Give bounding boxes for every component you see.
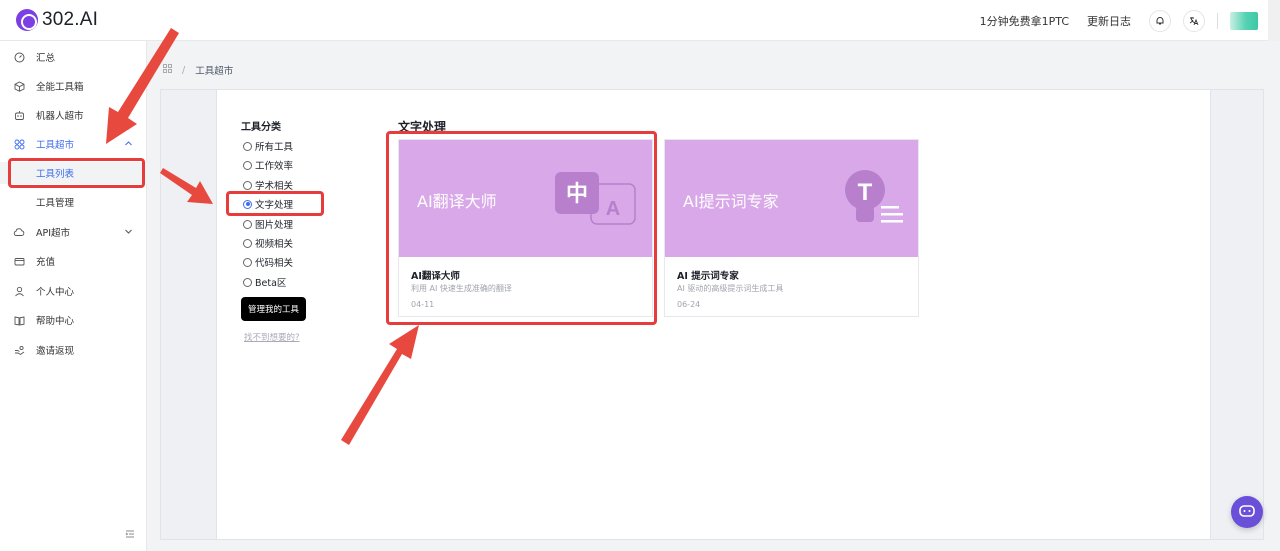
sidebar-subitem-tool-manage[interactable]: 工具管理 bbox=[0, 191, 147, 213]
cloud-icon bbox=[13, 226, 25, 238]
category-option[interactable]: 图片处理 bbox=[243, 217, 293, 231]
wallet-icon bbox=[13, 255, 25, 267]
card-banner-title: AI翻译大师 bbox=[417, 192, 497, 211]
sidebar-item-label: 工具超市 bbox=[36, 140, 75, 151]
chevron-down-icon bbox=[124, 227, 133, 239]
svg-text:A: A bbox=[606, 198, 620, 220]
category-option[interactable]: 代码相关 bbox=[243, 255, 293, 269]
top-bar: 302.AI 1分钟免费拿1PTC 更新日志 bbox=[0, 0, 1280, 41]
divider bbox=[1217, 12, 1218, 29]
category-label: 学术相关 bbox=[255, 181, 294, 192]
sidebar-item-label: 工具列表 bbox=[36, 169, 75, 180]
card-name: AI翻译大师 bbox=[411, 271, 460, 282]
free-trial-link[interactable]: 1分钟免费拿1PTC bbox=[980, 13, 1069, 29]
translate-icon[interactable] bbox=[1183, 9, 1205, 32]
card-banner: AI翻译大师 A 中 bbox=[399, 140, 652, 257]
category-option[interactable]: 视频相关 bbox=[243, 236, 293, 250]
sidebar-item-label: 帮助中心 bbox=[36, 316, 75, 327]
card-description: 利用 AI 快速生成准确的翻译 bbox=[411, 284, 512, 293]
tool-card-prompt-expert[interactable]: AI提示词专家 T AI 提示词专家 AI 驱动的高级提示词生成工具 06-24 bbox=[664, 139, 919, 317]
grid-small-icon[interactable] bbox=[163, 64, 172, 76]
breadcrumb-separator: / bbox=[182, 64, 186, 76]
card-banner: AI提示词专家 T bbox=[665, 140, 918, 257]
category-label: 文字处理 bbox=[255, 200, 294, 211]
logo-text: 302.AI bbox=[42, 9, 99, 30]
dashboard-icon bbox=[13, 51, 25, 63]
grid-icon bbox=[13, 138, 25, 150]
manage-tools-button[interactable]: 管理我的工具 bbox=[241, 297, 306, 321]
card-description: AI 驱动的高级提示词生成工具 bbox=[677, 284, 784, 293]
sidebar: 汇总 全能工具箱 机器人超市 工具超市 工具列表 工具管理 API超市 充值 个… bbox=[0, 41, 147, 551]
avatar[interactable] bbox=[1230, 11, 1258, 30]
cube-icon bbox=[13, 80, 25, 92]
section-title: 文字处理 bbox=[398, 120, 447, 134]
category-label: 视频相关 bbox=[255, 239, 294, 250]
sidebar-item-robot-market[interactable]: 机器人超市 bbox=[0, 104, 147, 126]
category-option[interactable]: Beta区 bbox=[243, 275, 286, 289]
sidebar-item-summary[interactable]: 汇总 bbox=[0, 46, 147, 68]
translate-icon: A 中 bbox=[555, 172, 636, 225]
gift-icon bbox=[13, 344, 25, 356]
not-found-link[interactable]: 找不到想要的? bbox=[244, 331, 300, 343]
chat-icon bbox=[1239, 505, 1255, 517]
sidebar-item-label: 工具管理 bbox=[36, 198, 75, 209]
svg-text:T: T bbox=[858, 179, 873, 206]
bell-icon[interactable] bbox=[1149, 9, 1171, 32]
category-label: 工作效率 bbox=[255, 161, 294, 172]
card-date: 06-24 bbox=[677, 300, 701, 309]
sidebar-item-label: 个人中心 bbox=[36, 287, 75, 298]
breadcrumb: / 工具超市 bbox=[163, 63, 233, 77]
sidebar-item-label: 邀请返现 bbox=[36, 346, 75, 357]
radio-button[interactable] bbox=[243, 277, 252, 287]
breadcrumb-current: 工具超市 bbox=[195, 66, 234, 77]
radio-button[interactable] bbox=[243, 141, 252, 151]
category-label: 所有工具 bbox=[255, 142, 294, 153]
lightbulb-icon: T bbox=[845, 170, 903, 223]
logo[interactable]: 302.AI bbox=[16, 9, 98, 31]
category-option[interactable]: 学术相关 bbox=[243, 178, 293, 192]
category-label: 代码相关 bbox=[255, 258, 294, 269]
collapse-sidebar-icon[interactable] bbox=[123, 527, 137, 541]
tool-card-translator[interactable]: AI翻译大师 A 中 AI翻译大师 利用 AI 快速生成准确的翻译 04-11 bbox=[398, 139, 653, 317]
changelog-link[interactable]: 更新日志 bbox=[1087, 13, 1131, 29]
radio-button[interactable] bbox=[243, 160, 252, 170]
chat-button[interactable] bbox=[1231, 496, 1263, 528]
category-label: Beta区 bbox=[255, 278, 287, 289]
category-option-selected[interactable]: 文字处理 bbox=[243, 197, 293, 211]
logo-icon bbox=[16, 9, 38, 31]
sidebar-item-profile[interactable]: 个人中心 bbox=[0, 280, 147, 302]
sidebar-item-api-market[interactable]: API超市 bbox=[0, 221, 147, 243]
scrollbar[interactable] bbox=[1268, 0, 1280, 41]
sidebar-item-invite[interactable]: 邀请返现 bbox=[0, 339, 147, 361]
book-icon bbox=[13, 314, 25, 326]
sidebar-item-recharge[interactable]: 充值 bbox=[0, 250, 147, 272]
radio-button[interactable] bbox=[243, 180, 252, 190]
radio-button[interactable] bbox=[243, 238, 252, 248]
category-option[interactable]: 所有工具 bbox=[243, 139, 293, 153]
card-name: AI 提示词专家 bbox=[677, 271, 739, 282]
user-icon bbox=[13, 285, 25, 297]
robot-icon bbox=[13, 109, 25, 121]
radio-button[interactable] bbox=[243, 257, 252, 267]
sidebar-item-tool-market[interactable]: 工具超市 bbox=[0, 133, 147, 155]
sidebar-item-label: 全能工具箱 bbox=[36, 82, 84, 93]
sidebar-item-toolbox[interactable]: 全能工具箱 bbox=[0, 75, 147, 97]
sidebar-item-label: API超市 bbox=[36, 228, 71, 239]
card-date: 04-11 bbox=[411, 300, 435, 309]
sidebar-subitem-tool-list[interactable]: 工具列表 bbox=[0, 162, 147, 184]
radio-button[interactable] bbox=[243, 199, 252, 209]
sidebar-item-help[interactable]: 帮助中心 bbox=[0, 309, 147, 331]
category-title: 工具分类 bbox=[241, 122, 281, 133]
radio-button[interactable] bbox=[243, 219, 252, 229]
category-option[interactable]: 工作效率 bbox=[243, 158, 293, 172]
card-banner-title: AI提示词专家 bbox=[683, 192, 779, 211]
sidebar-item-label: 机器人超市 bbox=[36, 111, 84, 122]
sidebar-item-label: 充值 bbox=[36, 257, 56, 268]
sidebar-item-label: 汇总 bbox=[36, 53, 56, 64]
svg-text:中: 中 bbox=[566, 182, 588, 207]
chevron-up-icon bbox=[124, 139, 133, 151]
category-label: 图片处理 bbox=[255, 220, 294, 231]
